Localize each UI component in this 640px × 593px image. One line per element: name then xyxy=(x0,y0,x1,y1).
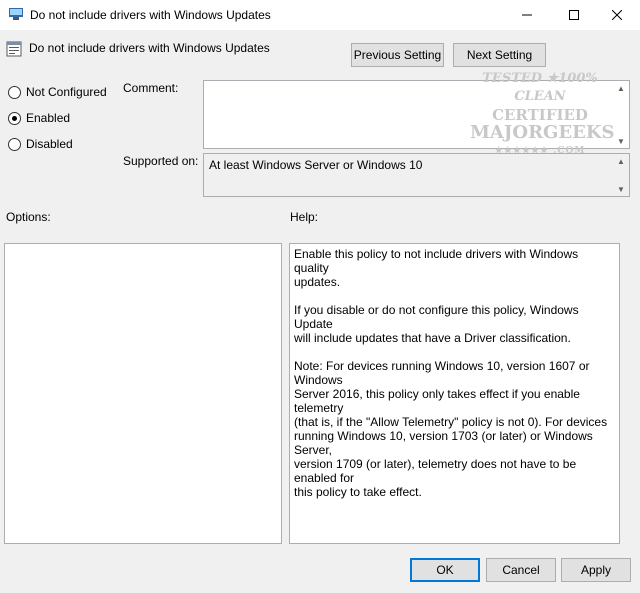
radio-disabled[interactable]: Disabled xyxy=(8,137,73,151)
next-setting-button[interactable]: Next Setting xyxy=(453,43,546,67)
ok-button[interactable]: OK xyxy=(410,558,480,582)
comment-scroll-up-icon[interactable]: ▲ xyxy=(615,83,627,93)
title-bar[interactable]: Do not include drivers with Windows Upda… xyxy=(0,0,640,30)
comment-label: Comment: xyxy=(123,81,179,95)
maximize-icon xyxy=(569,10,579,20)
options-label: Options: xyxy=(6,210,51,224)
radio-disabled-indicator[interactable] xyxy=(8,137,21,151)
apply-button[interactable]: Apply xyxy=(561,558,631,582)
help-panel[interactable]: Enable this policy to not include driver… xyxy=(289,243,620,544)
cancel-button[interactable]: Cancel xyxy=(486,558,556,582)
options-panel[interactable] xyxy=(4,243,282,544)
maximize-button[interactable] xyxy=(551,0,597,30)
majorgeeks-watermark-logo: TESTED ★100% CLEAN CERTIFIED MAJORGEEKS … xyxy=(470,71,615,156)
radio-enabled-indicator[interactable] xyxy=(8,111,21,125)
policy-app-icon xyxy=(9,8,23,20)
help-text: Enable this policy to not include driver… xyxy=(294,247,608,499)
policy-setting-icon xyxy=(6,41,22,57)
minimize-button[interactable] xyxy=(504,0,550,30)
radio-not-configured-label: Not Configured xyxy=(26,85,107,99)
supported-scroll-up-icon[interactable]: ▲ xyxy=(615,156,627,166)
comment-scroll-down-icon[interactable]: ▼ xyxy=(615,136,627,146)
previous-setting-button[interactable]: Previous Setting xyxy=(351,43,444,67)
supported-on-label: Supported on: xyxy=(123,154,199,168)
radio-enabled-label: Enabled xyxy=(26,111,71,125)
policy-title: Do not include drivers with Windows Upda… xyxy=(29,41,270,55)
window-title: Do not include drivers with Windows Upda… xyxy=(30,8,271,22)
close-icon xyxy=(612,10,622,20)
radio-not-configured-indicator[interactable] xyxy=(8,85,21,99)
supported-scroll-down-icon[interactable]: ▼ xyxy=(615,184,627,194)
supported-on-value: At least Windows Server or Windows 10 xyxy=(209,158,423,172)
radio-not-configured[interactable]: Not Configured xyxy=(8,85,107,99)
radio-disabled-label: Disabled xyxy=(26,137,73,151)
minimize-icon xyxy=(522,14,532,16)
help-label: Help: xyxy=(290,210,319,224)
close-button[interactable] xyxy=(594,0,640,30)
radio-enabled[interactable]: Enabled xyxy=(8,111,70,125)
